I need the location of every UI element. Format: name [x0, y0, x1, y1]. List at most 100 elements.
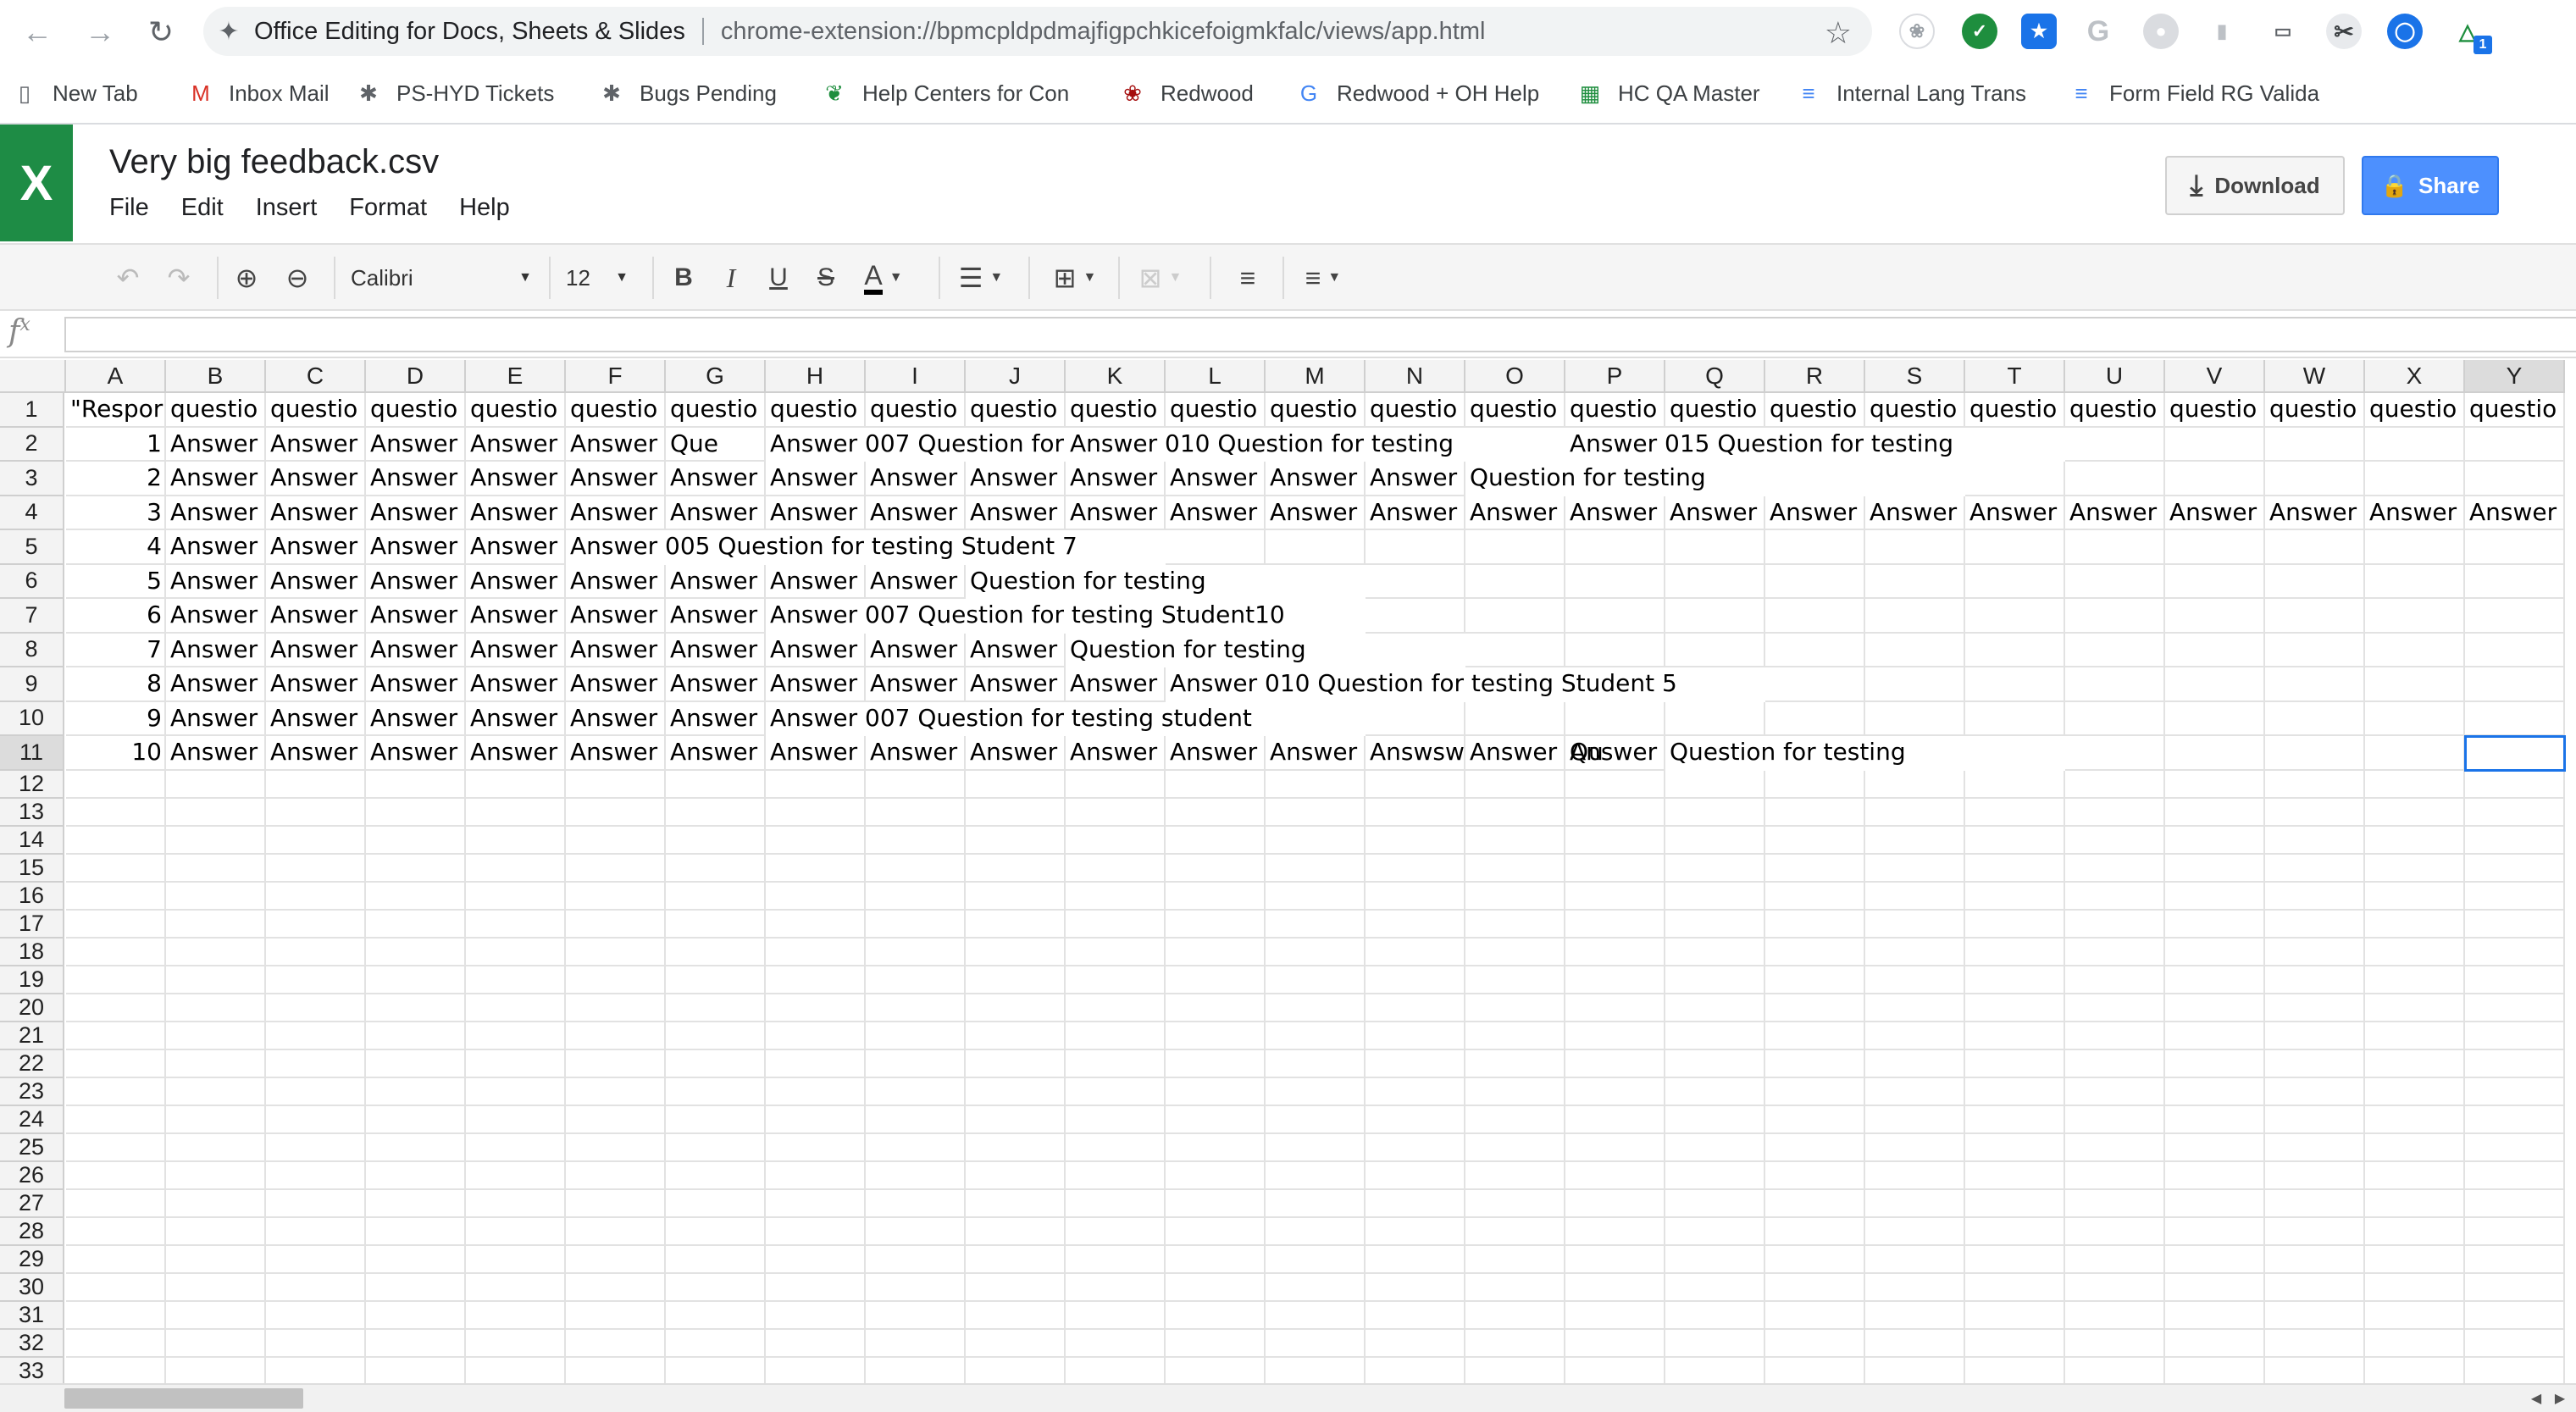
cell-A8[interactable]: 7 — [66, 634, 166, 668]
cell-D8[interactable]: Answer — [366, 634, 466, 668]
cell-K11[interactable]: Answer — [1066, 736, 1166, 771]
cell-G1[interactable]: questio — [666, 393, 766, 428]
row-header[interactable]: 23 — [0, 1077, 64, 1106]
cell-J9[interactable]: Answer — [966, 667, 1066, 702]
cell-F4[interactable]: Answer — [566, 496, 666, 531]
cell-W1[interactable]: questio — [2265, 393, 2365, 428]
cell-D1[interactable]: questio — [366, 393, 466, 428]
column-header[interactable]: J — [966, 360, 1066, 393]
cell-E9[interactable]: Answer — [466, 667, 566, 702]
cell-P11[interactable]: Answer — [1565, 736, 1665, 771]
cell-D3[interactable]: Answer — [366, 462, 466, 496]
cell-A5[interactable]: 4 — [66, 530, 166, 565]
cell-J6[interactable]: Question for testing — [966, 564, 1366, 599]
cell-Y4[interactable]: Answer — [2465, 496, 2565, 531]
cell-F8[interactable]: Answer — [566, 634, 666, 668]
cell-N4[interactable]: Answer — [1366, 496, 1465, 531]
cell-A1[interactable]: "Respor — [66, 393, 166, 428]
cell-H11[interactable]: Answer — [766, 736, 866, 771]
column-header[interactable]: X — [2365, 360, 2465, 393]
menu-help[interactable]: Help — [459, 194, 510, 222]
bookmark-item[interactable]: ❀ Redwood — [1118, 64, 1254, 123]
cell-L1[interactable]: questio — [1166, 393, 1266, 428]
column-header[interactable]: H — [766, 360, 866, 393]
cell-G8[interactable]: Answer — [666, 634, 766, 668]
cell-M4[interactable]: Answer — [1266, 496, 1366, 531]
cell-I3[interactable]: Answer — [866, 462, 966, 496]
column-header[interactable]: N — [1366, 360, 1465, 393]
cell-C4[interactable]: Answer — [266, 496, 366, 531]
row-header[interactable]: 16 — [0, 882, 64, 911]
cell-O1[interactable]: questio — [1465, 393, 1565, 428]
cell-V1[interactable]: questio — [2165, 393, 2265, 428]
address-bar[interactable]: ✦ Office Editing for Docs, Sheets & Slid… — [203, 7, 1872, 56]
row-header[interactable]: 11 — [0, 736, 64, 771]
menu-insert[interactable]: Insert — [256, 194, 318, 222]
row-header[interactable]: 22 — [0, 1049, 64, 1078]
cell-I11[interactable]: Answer — [866, 736, 966, 771]
row-header[interactable]: 1 — [0, 393, 64, 428]
italic-icon[interactable]: I — [710, 253, 752, 302]
avatar-icon[interactable]: ● — [2143, 14, 2179, 49]
spreadsheet-grid[interactable]: A B C D E F G H I J K L M N O P Q R S T U V W X Y 1 2 3 4 5 6 7 8 9 10 11 12… — [0, 360, 2576, 1383]
row-header[interactable]: 14 — [0, 826, 64, 855]
cell-W4[interactable]: Answer — [2265, 496, 2365, 531]
column-header[interactable]: S — [1865, 360, 1965, 393]
cell-U1[interactable]: questio — [2065, 393, 2165, 428]
cell-K8[interactable]: Question for testing — [1066, 633, 1465, 667]
row-header[interactable]: 2 — [0, 427, 64, 462]
cell-E11[interactable]: Answer — [466, 736, 566, 771]
row-header[interactable]: 3 — [0, 462, 64, 496]
cell-J3[interactable]: Answer — [966, 462, 1066, 496]
row-header[interactable]: 27 — [0, 1189, 64, 1218]
cell-F2[interactable]: Answer 005 — [566, 428, 666, 462]
cell-B6[interactable]: Answer — [166, 565, 266, 600]
cell-D6[interactable]: Answer — [366, 565, 466, 600]
column-header[interactable]: Q — [1665, 360, 1765, 393]
cell-T4[interactable]: Answer — [1965, 496, 2065, 531]
menu-edit[interactable]: Edit — [181, 194, 224, 222]
cell-A6[interactable]: 5 — [66, 565, 166, 600]
bookmark-item[interactable]: ✱ Bugs Pending — [597, 64, 777, 123]
row-header[interactable]: 13 — [0, 798, 64, 827]
cell-I9[interactable]: Answer — [866, 667, 966, 702]
cell-C5[interactable]: Answer — [266, 530, 366, 565]
forward-button[interactable]: → — [75, 0, 125, 64]
cell-E1[interactable]: questio — [466, 393, 566, 428]
wrap-text-icon[interactable]: ≡ — [1223, 253, 1272, 302]
cell-B2[interactable]: Answer — [166, 428, 266, 462]
back-button[interactable]: ← — [12, 0, 63, 64]
cell-H2[interactable]: Answer 007 Question for t — [766, 427, 1066, 462]
cell-B5[interactable]: Answer — [166, 530, 266, 565]
row-header[interactable]: 9 — [0, 667, 64, 702]
cell-Q1[interactable]: questio — [1665, 393, 1765, 428]
column-header[interactable]: E — [466, 360, 566, 393]
bookmark-item[interactable]: M Inbox Mail — [186, 64, 329, 123]
row-header[interactable]: 30 — [0, 1273, 64, 1302]
column-header[interactable]: P — [1565, 360, 1665, 393]
row-header[interactable]: 5 — [0, 530, 64, 565]
scissors-icon[interactable]: ✂ — [2326, 14, 2362, 49]
cell-F5[interactable]: Answer 005 Question for testing Student … — [566, 530, 1166, 565]
check-badge-icon[interactable]: ✓ — [1962, 14, 1997, 49]
cell-F7[interactable]: Answer — [566, 599, 666, 634]
cell-G2[interactable]: Que — [666, 428, 766, 462]
scroll-left-icon[interactable]: ◀ — [2526, 1388, 2546, 1409]
cell-E2[interactable]: Answer — [466, 428, 566, 462]
cell-R4[interactable]: Answer — [1765, 496, 1865, 531]
cell-G3[interactable]: Answer — [666, 462, 766, 496]
row-header[interactable]: 31 — [0, 1301, 64, 1330]
clip-icon[interactable]: △ 1 — [2450, 14, 2492, 54]
cell-D10[interactable]: Answer — [366, 702, 466, 737]
fill-color-icon[interactable]: ☰ ▼ — [950, 253, 1011, 302]
cell-K9[interactable]: Answer — [1066, 667, 1166, 702]
battery-icon[interactable]: ▮ — [2204, 14, 2240, 49]
cell-E5[interactable]: Answer — [466, 530, 566, 565]
scroll-right-icon[interactable]: ▶ — [2550, 1388, 2570, 1409]
bookmark-star-icon[interactable]: ☆ — [1825, 15, 1852, 51]
select-all-corner[interactable] — [0, 360, 66, 393]
undo-icon[interactable]: ↶ — [107, 253, 149, 302]
cell-B4[interactable]: Answer — [166, 496, 266, 531]
zoom-out-icon[interactable]: ⊖ — [276, 253, 319, 302]
column-header[interactable]: F — [566, 360, 666, 393]
